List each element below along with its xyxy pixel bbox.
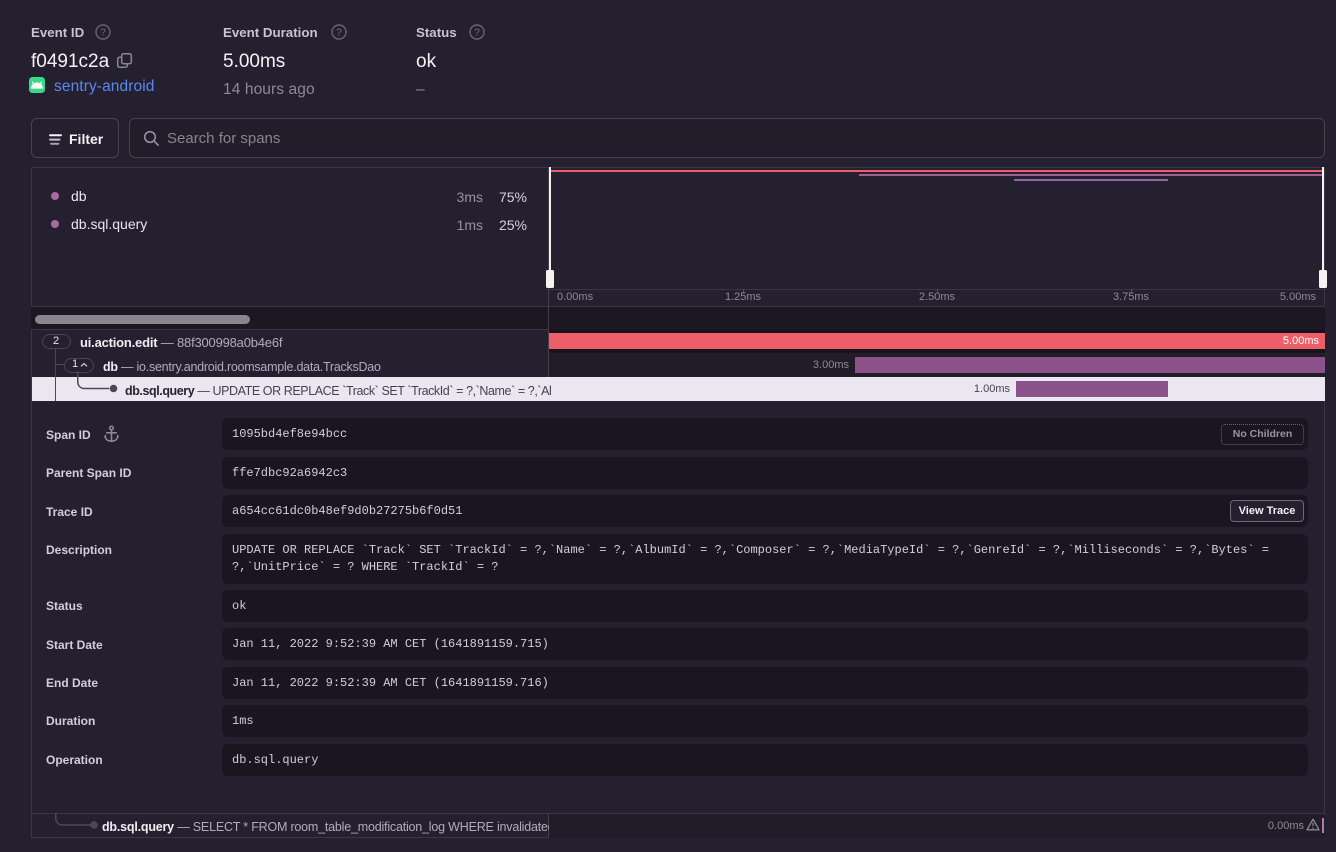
svg-text:?: ? [100,27,106,38]
svg-text:?: ? [474,27,480,38]
svg-text:?: ? [336,27,342,38]
